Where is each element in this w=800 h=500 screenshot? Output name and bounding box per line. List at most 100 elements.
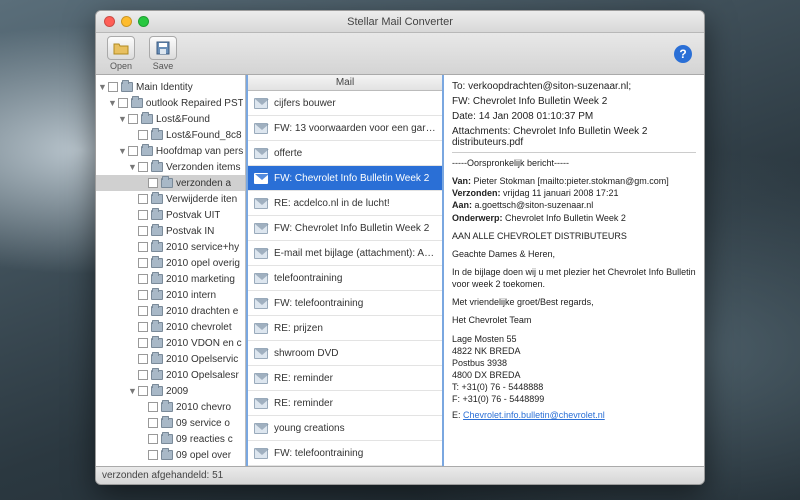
mail-row[interactable]: RE: prijzen xyxy=(248,316,442,341)
tree-item[interactable]: 2010 intern xyxy=(96,287,245,303)
checkbox[interactable] xyxy=(138,274,148,284)
checkbox[interactable] xyxy=(138,162,148,172)
tree-item[interactable]: 2010 Opelsalesr xyxy=(96,367,245,383)
tree-item[interactable]: 2010 service+hy xyxy=(96,239,245,255)
mail-row[interactable]: FW: Chevrolet Info Bulletin Week 2 xyxy=(248,166,442,191)
disclosure-triangle-icon[interactable]: ▼ xyxy=(118,146,127,156)
body-line: AAN ALLE CHEVROLET DISTRIBUTEURS xyxy=(452,230,696,242)
tree-item[interactable]: ▼outlook Repaired PST xyxy=(96,95,245,111)
tree-item-label: Hoofdmap van perso xyxy=(156,146,243,157)
checkbox[interactable] xyxy=(128,146,138,156)
checkbox[interactable] xyxy=(138,386,148,396)
checkbox[interactable] xyxy=(138,194,148,204)
checkbox[interactable] xyxy=(138,130,148,140)
tree-item[interactable]: Postvak IN xyxy=(96,223,245,239)
tree-item[interactable]: Lost&Found_8c8 xyxy=(96,127,245,143)
mail-row[interactable]: cijfers bouwer xyxy=(248,91,442,116)
tree-item[interactable]: ▼Verzonden items xyxy=(96,159,245,175)
mail-row[interactable]: FW: Chevrolet Info Bulletin Week 2 xyxy=(248,216,442,241)
tree-item-label: Verwijderde iten xyxy=(166,194,237,205)
tree-item-label: 2010 service+hy xyxy=(166,242,239,253)
checkbox[interactable] xyxy=(138,210,148,220)
checkbox[interactable] xyxy=(138,290,148,300)
checkbox[interactable] xyxy=(148,402,158,412)
mail-row[interactable]: FW: 13 voorwaarden voor een garantie... xyxy=(248,116,442,141)
mail-row[interactable]: telefoontraining xyxy=(248,266,442,291)
help-button[interactable]: ? xyxy=(674,45,692,63)
checkbox[interactable] xyxy=(138,354,148,364)
mail-row[interactable]: FW: telefoontraining xyxy=(248,441,442,466)
checkbox[interactable] xyxy=(148,178,158,188)
checkbox[interactable] xyxy=(148,434,158,444)
envelope-icon xyxy=(254,398,268,409)
preview-date: Date: 14 Jan 2008 01:10:37 PM xyxy=(452,111,696,122)
checkbox[interactable] xyxy=(138,306,148,316)
envelope-icon xyxy=(254,148,268,159)
mail-subject: RE: reminder xyxy=(274,398,333,409)
mail-row[interactable]: offerte xyxy=(248,141,442,166)
tree-item[interactable]: ▼2009 xyxy=(96,383,245,399)
tree-item[interactable]: 2010 chevro xyxy=(96,399,245,415)
save-button[interactable]: Save xyxy=(144,36,182,71)
disclosure-triangle-icon[interactable]: ▼ xyxy=(98,82,107,92)
checkbox[interactable] xyxy=(118,98,128,108)
checkbox[interactable] xyxy=(138,226,148,236)
tree-item[interactable]: 2010 drachten e xyxy=(96,303,245,319)
checkbox[interactable] xyxy=(148,450,158,460)
tree-item[interactable]: 2010 VDON en c xyxy=(96,335,245,351)
mail-row[interactable]: RE: acdelco.nl in de lucht! xyxy=(248,191,442,216)
address-line: 4800 DX BREDA xyxy=(452,369,696,381)
mail-row[interactable]: E-mail met bijlage (attachment): Are%2..… xyxy=(248,241,442,266)
titlebar[interactable]: Stellar Mail Converter xyxy=(96,11,704,33)
tree-item[interactable]: ▼Lost&Found xyxy=(96,111,245,127)
disclosure-triangle-icon[interactable]: ▼ xyxy=(118,114,127,124)
folder-icon xyxy=(151,274,163,284)
tree-item-label: Lost&Found_8c8 xyxy=(166,130,242,141)
checkbox[interactable] xyxy=(128,114,138,124)
tree-item-label: 2010 drachten e xyxy=(166,306,238,317)
envelope-icon xyxy=(254,123,268,134)
mail-row[interactable]: young creations xyxy=(248,416,442,441)
tree-item[interactable]: Postvak UIT xyxy=(96,207,245,223)
tree-item[interactable]: ▼ Hoofdmap van perso xyxy=(96,143,245,159)
checkbox[interactable] xyxy=(148,418,158,428)
checkbox[interactable] xyxy=(138,242,148,252)
tree-item[interactable]: Verwijderde iten xyxy=(96,191,245,207)
tree-item[interactable]: 2010 opel overig xyxy=(96,255,245,271)
tree-item[interactable]: 2010 chevrolet xyxy=(96,319,245,335)
tree-item[interactable]: 09 reacties c xyxy=(96,431,245,447)
tree-item[interactable]: 09 service o xyxy=(96,415,245,431)
tree-item[interactable]: verzonden a xyxy=(96,175,245,191)
checkbox[interactable] xyxy=(108,82,118,92)
tree-item[interactable]: 2010 marketing xyxy=(96,271,245,287)
app-window: Stellar Mail Converter Open Save ? ▼Main… xyxy=(95,10,705,485)
disclosure-triangle-icon[interactable]: ▼ xyxy=(108,98,117,108)
folder-icon xyxy=(151,322,163,332)
open-button[interactable]: Open xyxy=(102,36,140,71)
tree-item[interactable]: 09 opel over xyxy=(96,447,245,463)
tree-item-label: verzonden a xyxy=(176,178,231,189)
mail-row[interactable]: FW: telefoontraining xyxy=(248,291,442,316)
mail-row[interactable]: RE: reminder xyxy=(248,366,442,391)
checkbox[interactable] xyxy=(138,370,148,380)
tree-item[interactable]: ▼Main Identity xyxy=(96,79,245,95)
envelope-icon xyxy=(254,273,268,284)
mail-list[interactable]: cijfers bouwerFW: 13 voorwaarden voor ee… xyxy=(248,91,442,466)
orig-header: -----Oorspronkelijk bericht----- xyxy=(452,157,696,169)
checkbox[interactable] xyxy=(138,322,148,332)
mail-row[interactable]: shwroom DVD xyxy=(248,341,442,366)
folder-icon xyxy=(151,290,163,300)
folder-icon xyxy=(151,242,163,252)
checkbox[interactable] xyxy=(138,258,148,268)
email-link[interactable]: Chevrolet.info.bulletin@chevrolet.nl xyxy=(463,410,605,420)
mail-row[interactable]: RE: reminder xyxy=(248,391,442,416)
checkbox[interactable] xyxy=(138,338,148,348)
disclosure-triangle-icon[interactable]: ▼ xyxy=(128,386,137,396)
mail-subject: telefoontraining xyxy=(274,273,342,284)
tree-item[interactable]: 2010 Opelservic xyxy=(96,351,245,367)
folder-icon xyxy=(151,338,163,348)
folder-tree[interactable]: ▼Main Identity▼outlook Repaired PST▼Lost… xyxy=(96,75,246,466)
disclosure-triangle-icon[interactable]: ▼ xyxy=(128,162,137,172)
preview-pane[interactable]: To: verkoopdrachten@siton-suzenaar.nl; F… xyxy=(444,75,704,466)
tree-item-label: Postvak UIT xyxy=(166,210,220,221)
